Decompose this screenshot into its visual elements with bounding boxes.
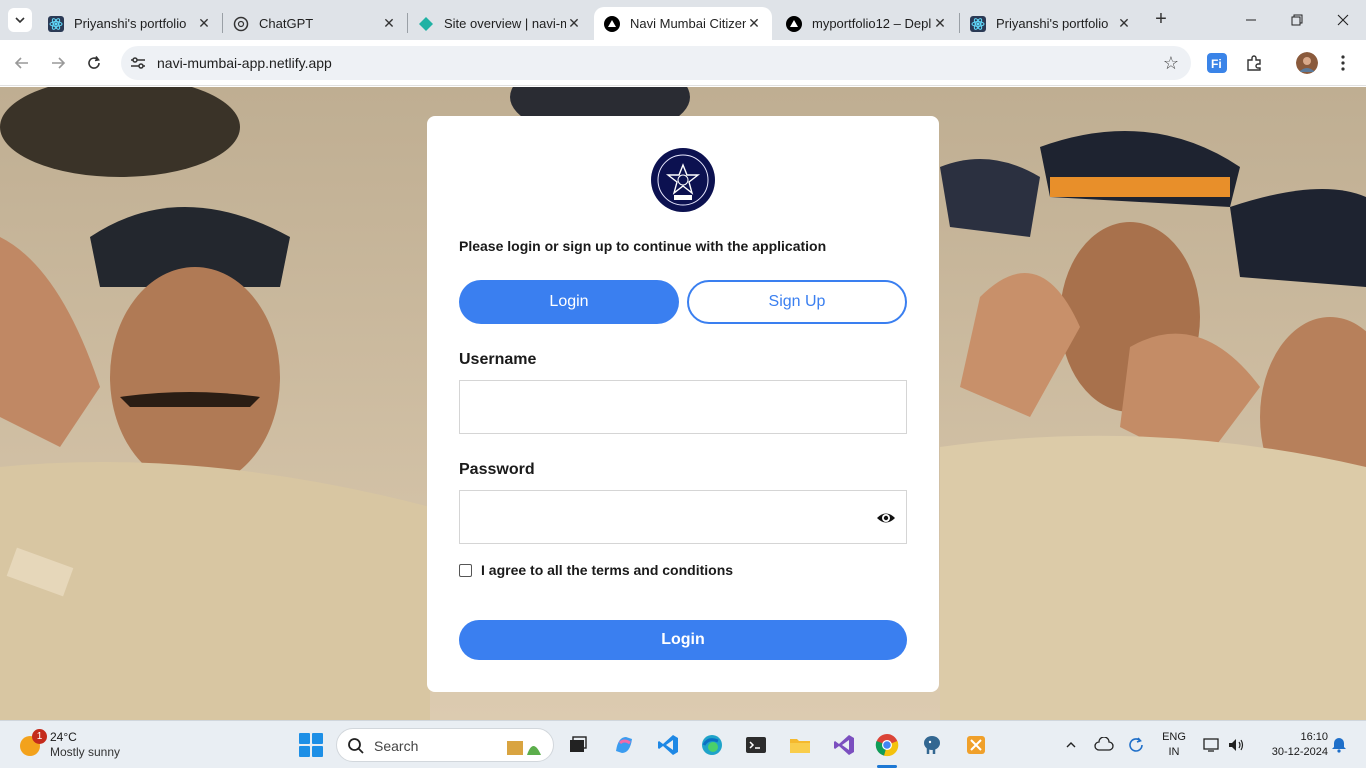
tab-title: Priyanshi's portfolio — [74, 16, 187, 31]
chrome-browser-icon[interactable] — [873, 731, 901, 759]
vscode-icon[interactable] — [654, 731, 682, 759]
profile-avatar[interactable] — [1296, 52, 1318, 74]
react-icon — [48, 15, 64, 32]
clock-time: 16:10 — [1300, 731, 1328, 743]
system-clock[interactable]: 16:10 30-12-2024 — [1252, 730, 1328, 760]
weather-condition: Mostly sunny — [50, 745, 121, 759]
tab-navi-mumbai[interactable]: Navi Mumbai Citizen ✕ — [594, 7, 772, 40]
tab-portfolio-2[interactable]: Priyanshi's portfolio ✕ — [960, 7, 1142, 40]
search-placeholder: Search — [374, 738, 419, 754]
language-code: ENG — [1162, 731, 1186, 743]
minimize-button[interactable] — [1228, 0, 1274, 40]
tab-title: ChatGPT — [259, 16, 314, 31]
react-icon — [970, 15, 986, 32]
refresh-sync-icon[interactable] — [1126, 733, 1146, 757]
snipping-tool-icon[interactable] — [962, 731, 990, 759]
terms-label[interactable]: I agree to all the terms and conditions — [481, 562, 733, 578]
site-info-icon[interactable] — [129, 54, 147, 72]
terminal-icon[interactable] — [742, 731, 770, 759]
visual-studio-icon[interactable] — [830, 731, 858, 759]
terms-row: I agree to all the terms and conditions — [459, 562, 733, 578]
close-icon[interactable]: ✕ — [746, 15, 762, 32]
tab-portfolio-1[interactable]: Priyanshi's portfolio ✕ — [38, 7, 222, 40]
search-icon — [348, 738, 364, 754]
tab-title: Priyanshi's portfolio — [996, 16, 1109, 31]
extensions-puzzle-icon[interactable] — [1243, 52, 1265, 74]
browser-toolbar: navi-mumbai-app.netlify.app ☆ Fi — [0, 40, 1366, 86]
copilot-icon[interactable] — [610, 731, 638, 759]
reload-button[interactable] — [82, 51, 106, 75]
login-card: Please login or sign up to continue with… — [427, 116, 939, 692]
weather-temp: 24°C — [50, 730, 77, 744]
forward-button[interactable] — [46, 51, 70, 75]
restore-button[interactable] — [1274, 0, 1320, 40]
page-viewport: Please login or sign up to continue with… — [0, 87, 1366, 720]
tab-site-overview[interactable]: Site overview | navi-m ✕ — [408, 7, 592, 40]
minimize-icon — [1246, 19, 1256, 21]
password-input[interactable] — [459, 490, 907, 544]
tab-myportfolio[interactable]: myportfolio12 – Depl ✕ — [776, 7, 958, 40]
login-submit-button[interactable]: Login — [459, 620, 907, 660]
username-label: Username — [459, 351, 537, 368]
language-indicator[interactable]: ENG IN — [1158, 730, 1190, 760]
task-view-icon[interactable] — [564, 731, 592, 759]
terms-checkbox[interactable] — [459, 563, 472, 577]
arrow-left-icon — [14, 57, 28, 69]
show-hidden-icons-chevron-up-icon[interactable] — [1062, 733, 1080, 757]
tab-title: Navi Mumbai Citizen — [630, 16, 746, 31]
volume-speaker-icon[interactable] — [1226, 733, 1246, 757]
postgresql-icon[interactable] — [918, 731, 946, 759]
notifications-bell-icon[interactable] — [1330, 733, 1348, 757]
new-tab-button[interactable]: + — [1150, 9, 1172, 31]
close-icon[interactable]: ✕ — [566, 15, 582, 32]
close-icon[interactable]: ✕ — [932, 15, 948, 32]
tab-strip: Priyanshi's portfolio ✕ ChatGPT ✕ Site o… — [0, 0, 1366, 40]
taskbar-search-box[interactable]: Search — [336, 728, 554, 762]
clock-date: 30-12-2024 — [1271, 746, 1328, 758]
back-button[interactable] — [10, 51, 34, 75]
notification-badge: 1 — [32, 729, 47, 744]
vercel-icon — [786, 15, 802, 32]
network-monitor-icon[interactable] — [1200, 733, 1222, 757]
tab-title: Site overview | navi-m — [444, 16, 566, 31]
address-bar[interactable]: navi-mumbai-app.netlify.app ☆ — [121, 46, 1191, 80]
bookmark-star-icon[interactable]: ☆ — [1163, 53, 1179, 74]
extension-fi-icon[interactable]: Fi — [1206, 52, 1228, 74]
tab-chatgpt[interactable]: ChatGPT ✕ — [223, 7, 407, 40]
svg-text:Fi: Fi — [1211, 57, 1222, 71]
login-tab-button[interactable]: Login — [459, 280, 679, 324]
signup-tab-button[interactable]: Sign Up — [687, 280, 907, 324]
police-emblem-logo — [651, 148, 715, 212]
cloud-sync-icon[interactable] — [1094, 733, 1114, 757]
chevron-down-icon — [15, 17, 25, 24]
tab-search-button[interactable] — [8, 8, 32, 32]
vercel-icon — [604, 15, 620, 32]
language-region: IN — [1168, 746, 1180, 758]
close-icon — [1337, 14, 1349, 26]
tab-title: myportfolio12 – Depl — [812, 16, 932, 31]
weather-widget[interactable]: 1 24°C Mostly sunny — [16, 727, 146, 763]
password-label: Password — [459, 461, 535, 478]
close-icon[interactable]: ✕ — [196, 15, 212, 32]
close-icon[interactable]: ✕ — [381, 15, 397, 32]
username-input[interactable] — [459, 380, 907, 434]
reload-icon — [88, 56, 100, 69]
close-icon[interactable]: ✕ — [1116, 15, 1132, 32]
menu-kebab-icon[interactable] — [1332, 52, 1354, 74]
search-highlight-icon — [507, 741, 541, 755]
windows-taskbar: 1 24°C Mostly sunny Search ENG IN 16:10 … — [0, 720, 1366, 768]
netlify-icon — [418, 16, 434, 32]
address-url[interactable]: navi-mumbai-app.netlify.app — [157, 55, 332, 71]
close-window-button[interactable] — [1320, 0, 1366, 40]
arrow-right-icon — [52, 57, 66, 69]
restore-icon — [1291, 14, 1303, 26]
show-password-eye-icon[interactable] — [876, 509, 896, 527]
file-explorer-icon[interactable] — [786, 731, 814, 759]
start-button-windows-icon[interactable] — [299, 733, 323, 757]
chatgpt-icon — [233, 16, 249, 32]
edge-browser-icon[interactable] — [698, 731, 726, 759]
intro-text: Please login or sign up to continue with… — [459, 238, 827, 254]
